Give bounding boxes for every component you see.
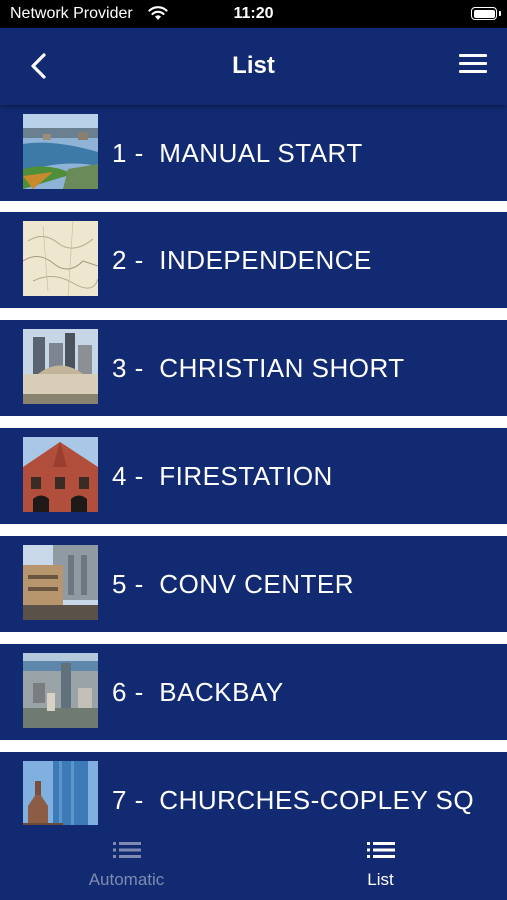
item-name: CONV CENTER [159, 569, 355, 599]
navigation-bar: List [0, 28, 507, 105]
item-number: 2 - [112, 245, 144, 275]
tab-bar: Automatic List [0, 825, 507, 900]
tour-list: 1 - MANUAL START 2 - INDEPENDENCE 3 - CH… [0, 105, 507, 825]
thumbnail-image [23, 761, 98, 825]
list-item[interactable]: 1 - MANUAL START [0, 105, 507, 201]
list-item[interactable]: 3 - CHRISTIAN SHORT [0, 320, 507, 416]
list-item[interactable]: 6 - BACKBAY [0, 644, 507, 740]
status-bar: Network Provider 11:20 [0, 0, 507, 28]
tab-automatic[interactable]: Automatic [0, 825, 253, 900]
item-name: CHURCHES-COPLEY SQ [159, 785, 475, 815]
item-name: CHRISTIAN SHORT [159, 353, 405, 383]
list-icon [366, 841, 395, 859]
clock: 11:20 [233, 5, 274, 22]
item-number: 4 - [112, 461, 144, 491]
tab-label: Automatic [88, 870, 165, 889]
thumbnail-image [23, 329, 98, 404]
list-item[interactable]: 7 - CHURCHES-COPLEY SQ [0, 752, 507, 825]
list-item[interactable]: 5 - CONV CENTER [0, 536, 507, 632]
tab-list[interactable]: List [254, 825, 507, 900]
battery-tip [499, 11, 501, 16]
item-name: FIRESTATION [159, 461, 333, 491]
item-number: 7 - [112, 785, 144, 815]
thumbnail-image [23, 653, 98, 728]
page-title: List [232, 52, 275, 79]
item-number: 3 - [112, 353, 144, 383]
thumbnail-image [23, 221, 98, 296]
item-number: 1 - [112, 138, 144, 168]
item-number: 6 - [112, 677, 144, 707]
list-item[interactable]: 4 - FIRESTATION [0, 428, 507, 524]
tab-label: List [367, 870, 394, 889]
battery-icon [471, 7, 497, 20]
item-name: INDEPENDENCE [159, 245, 372, 275]
list-item[interactable]: 2 - INDEPENDENCE [0, 212, 507, 308]
item-number: 5 - [112, 569, 144, 599]
item-name: MANUAL START [159, 138, 363, 168]
thumbnail-image [23, 437, 98, 512]
thumbnail-image [23, 114, 98, 189]
hamburger-menu-icon[interactable] [459, 54, 487, 76]
thumbnail-image [23, 545, 98, 620]
item-name: BACKBAY [159, 677, 284, 707]
list-icon [112, 841, 141, 859]
